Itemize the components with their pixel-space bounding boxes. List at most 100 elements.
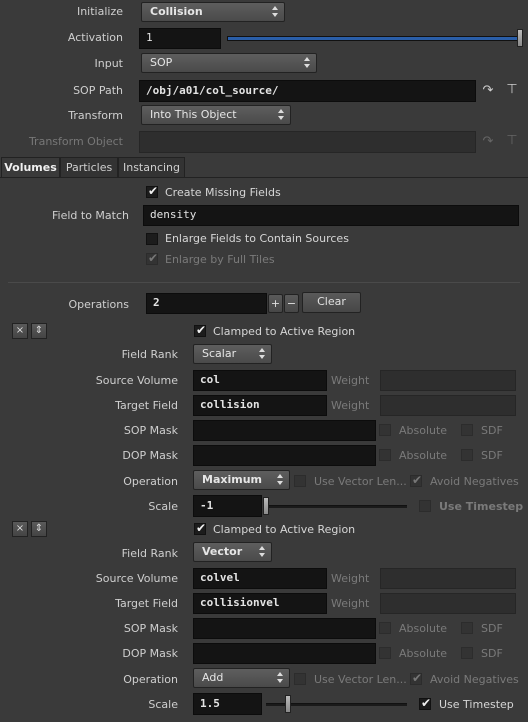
dop-mask-label: DOP Mask	[122, 647, 178, 660]
target-field-label: Target Field	[115, 597, 178, 610]
absolute-label: Absolute	[399, 424, 448, 437]
scale-slider[interactable]	[266, 505, 407, 508]
operation-label: Operation	[123, 475, 178, 488]
source-volume-field[interactable]: col	[193, 370, 327, 391]
initialize-value: Collision	[150, 5, 203, 18]
remove-operation-button[interactable]: −	[284, 294, 299, 313]
enlarge-fields-checkbox[interactable]	[146, 233, 158, 245]
operator-chooser-icon[interactable]: ⊤	[503, 82, 521, 100]
input-menu[interactable]: SOP	[141, 53, 317, 73]
jump-to-operator-icon: ↷	[482, 134, 494, 149]
use-timestep-label: Use Timestep	[439, 698, 514, 711]
source-volume-field[interactable]: colvel	[193, 568, 327, 589]
weight-label: Weight	[331, 399, 370, 412]
activation-field[interactable]: 1	[139, 28, 221, 49]
tab-instancing[interactable]: Instancing	[118, 157, 185, 177]
operations-field[interactable]: 2	[146, 293, 267, 314]
sop-mask-field[interactable]	[193, 618, 376, 639]
operation-label: Operation	[123, 673, 178, 686]
weight-label: Weight	[331, 572, 370, 585]
move-entry-icon[interactable]: ⇕	[31, 521, 47, 537]
activation-slider[interactable]	[227, 36, 521, 41]
avoid-negatives-label: Avoid Negatives	[430, 475, 519, 488]
remove-entry-icon[interactable]: ×	[12, 521, 28, 537]
activation-slider-fill	[228, 37, 520, 40]
sdf-checkbox	[461, 622, 473, 634]
checkmark-icon: ✔	[421, 696, 432, 710]
use-vector-length-label: Use Vector Len...	[314, 475, 407, 488]
checkmark-icon: ✔	[412, 671, 423, 685]
activation-slider-handle[interactable]	[517, 29, 523, 47]
sop-mask-field[interactable]	[193, 420, 376, 441]
use-timestep-checkbox[interactable]	[419, 500, 431, 512]
clamped-label: Clamped to Active Region	[213, 325, 356, 338]
field-to-match-field[interactable]: density	[143, 205, 519, 226]
menu-arrow-icon	[272, 5, 278, 19]
use-timestep-label: Use Timestep	[439, 500, 524, 513]
field-rank-label: Field Rank	[121, 547, 178, 560]
checkmark-icon: ✔	[148, 251, 159, 265]
field-rank-menu[interactable]: Vector	[193, 542, 272, 562]
add-operation-button[interactable]: +	[268, 294, 283, 313]
sdf-checkbox	[461, 449, 473, 461]
weight-field	[380, 593, 516, 614]
field-rank-value: Vector	[202, 545, 243, 558]
scale-slider-handle[interactable]	[285, 695, 291, 713]
clear-button[interactable]: Clear	[302, 292, 361, 313]
operations-label: Operations	[68, 298, 129, 311]
scale-field[interactable]: -1	[193, 495, 262, 517]
enlarge-full-tiles-label: Enlarge by Full Tiles	[165, 253, 275, 266]
input-value: SOP	[150, 56, 173, 69]
weight-label: Weight	[331, 374, 370, 387]
dop-mask-field[interactable]	[193, 643, 376, 664]
menu-arrow-icon	[304, 56, 310, 70]
enlarge-full-tiles-checkbox: ✔	[146, 251, 159, 265]
dop-mask-field[interactable]	[193, 445, 376, 466]
transform-object-field	[139, 131, 476, 153]
create-missing-fields-checkbox[interactable]: ✔	[146, 184, 158, 198]
sdf-checkbox	[461, 647, 473, 659]
sop-mask-label: SOP Mask	[123, 424, 178, 437]
scale-label: Scale	[148, 500, 178, 513]
clamped-checkbox[interactable]: ✔	[194, 323, 207, 337]
sop-path-field[interactable]: /obj/a01/col_source/	[139, 80, 476, 102]
absolute-checkbox	[379, 647, 391, 659]
tab-volumes[interactable]: Volumes	[1, 157, 60, 177]
menu-arrow-icon	[277, 473, 283, 487]
target-field-label: Target Field	[115, 399, 178, 412]
transform-label: Transform	[68, 109, 123, 122]
initialize-menu[interactable]: Collision	[141, 2, 285, 22]
operation-menu[interactable]: Maximum	[193, 470, 290, 490]
menu-arrow-icon	[259, 347, 265, 361]
avoid-negatives-checkbox: ✔	[410, 671, 423, 685]
scale-slider-handle[interactable]	[263, 497, 269, 515]
absolute-label: Absolute	[399, 622, 448, 635]
jump-to-operator-icon[interactable]: ↷	[480, 83, 496, 99]
use-vector-length-label: Use Vector Len...	[314, 673, 407, 686]
transform-menu[interactable]: Into This Object	[141, 105, 291, 125]
absolute-checkbox	[379, 622, 391, 634]
input-label: Input	[94, 57, 123, 70]
menu-arrow-icon	[278, 108, 284, 122]
checkmark-icon: ✔	[196, 323, 207, 337]
tab-particles[interactable]: Particles	[60, 157, 118, 177]
menu-arrow-icon	[259, 545, 265, 559]
activation-label: Activation	[67, 31, 123, 44]
target-field-field[interactable]: collision	[193, 395, 327, 416]
menu-arrow-icon	[277, 671, 283, 685]
clamped-checkbox[interactable]: ✔	[194, 521, 206, 535]
create-missing-fields-label: Create Missing Fields	[165, 186, 281, 199]
sdf-checkbox	[461, 424, 473, 436]
target-field-field[interactable]: collisionvel	[193, 593, 327, 614]
weight-field	[380, 370, 516, 391]
scale-field[interactable]: 1.5	[193, 693, 262, 715]
sdf-label: SDF	[481, 424, 503, 437]
operation-menu[interactable]: Add	[193, 668, 290, 688]
sop-mask-label: SOP Mask	[123, 622, 178, 635]
field-rank-menu[interactable]: Scalar	[193, 344, 272, 364]
move-entry-icon[interactable]: ⇕	[31, 323, 47, 339]
sdf-label: SDF	[481, 622, 503, 635]
use-timestep-checkbox[interactable]: ✔	[419, 696, 432, 710]
remove-entry-icon[interactable]: ×	[12, 323, 28, 339]
weight-field	[380, 568, 516, 589]
